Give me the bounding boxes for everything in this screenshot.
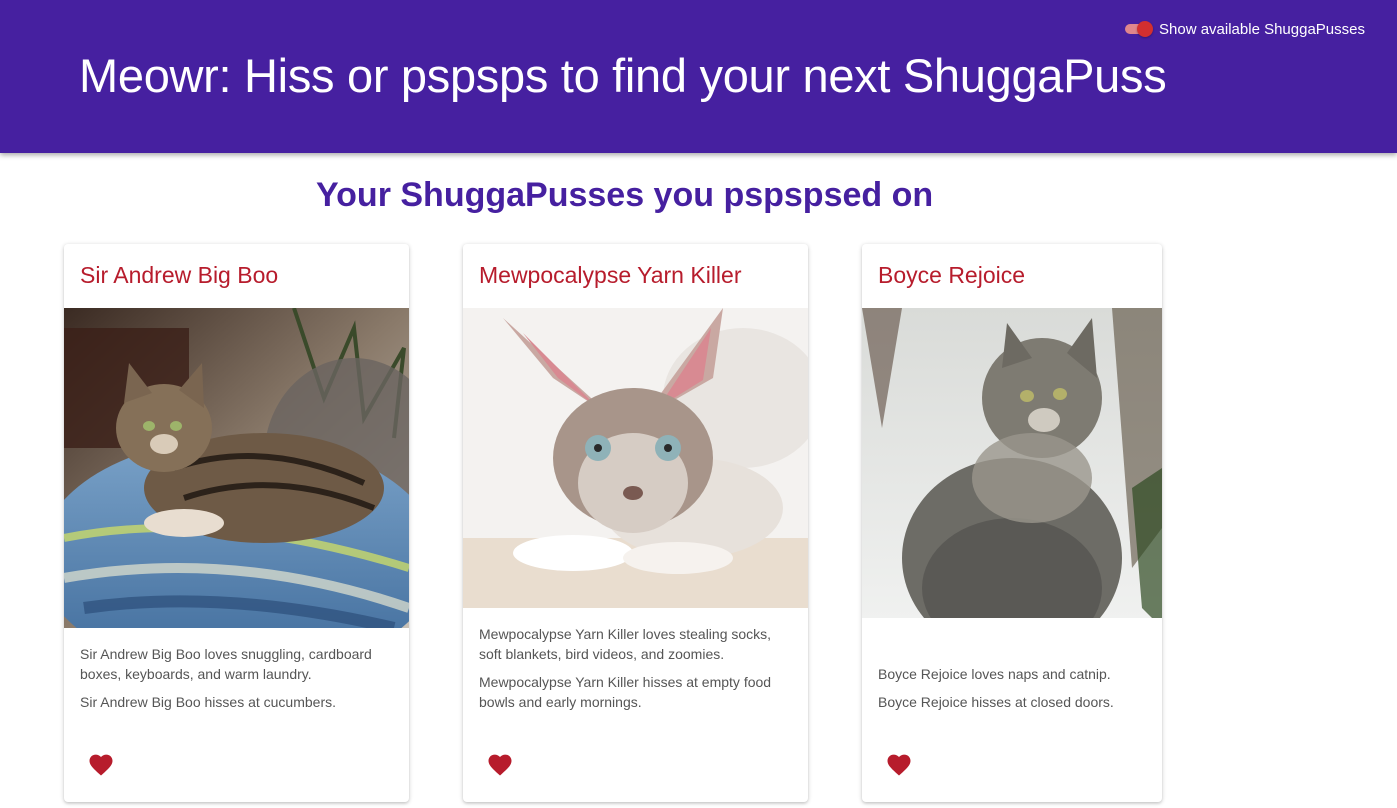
cat-photo: [64, 308, 409, 628]
like-button[interactable]: [86, 750, 116, 780]
like-button[interactable]: [485, 750, 515, 780]
like-button[interactable]: [884, 750, 914, 780]
cat-card: Boyce Rejoice Boyce Rejoice loves naps a…: [862, 244, 1162, 802]
cat-card: Sir Andrew Big Boo Sir Andrew Big Boo lo…: [64, 244, 409, 802]
toggle-thumb[interactable]: [1137, 21, 1154, 37]
cat-photo: [463, 308, 808, 608]
cat-name: Mewpocalypse Yarn Killer: [479, 262, 742, 288]
app-bar: Meowr: Hiss or pspsps to find your next …: [0, 0, 1397, 153]
cat-photo: [862, 308, 1162, 648]
toggle-switch[interactable]: [1125, 21, 1154, 37]
cat-hisses: Mewpocalypse Yarn Killer hisses at empty…: [479, 674, 772, 710]
cat-loves: Boyce Rejoice loves naps and catnip.: [878, 666, 1111, 682]
cat-loves: Sir Andrew Big Boo loves snuggling, card…: [80, 646, 372, 682]
toggle-label: Show available ShuggaPusses: [1159, 20, 1365, 38]
cat-description: Boyce Rejoice loves naps and catnip. Boy…: [878, 664, 1148, 720]
section-heading: Your ShuggaPusses you pspspsed on: [316, 176, 934, 214]
cat-name: Sir Andrew Big Boo: [80, 262, 279, 288]
cat-loves: Mewpocalypse Yarn Killer loves stealing …: [479, 626, 772, 662]
heart-icon[interactable]: [89, 754, 113, 776]
available-toggle[interactable]: Show available ShuggaPusses: [1125, 19, 1365, 39]
heart-icon[interactable]: [887, 754, 911, 776]
cat-hisses: Sir Andrew Big Boo hisses at cucumbers.: [80, 694, 337, 710]
page-title: Meowr: Hiss or pspsps to find your next …: [79, 49, 1167, 102]
cat-name: Boyce Rejoice: [878, 262, 1026, 288]
cat-card: Mewpocalypse Yarn Killer Mewpocalypse Ya…: [463, 244, 808, 802]
heart-icon[interactable]: [488, 754, 512, 776]
cat-hisses: Boyce Rejoice hisses at closed doors.: [878, 694, 1114, 710]
cat-description: Mewpocalypse Yarn Killer loves stealing …: [479, 624, 794, 720]
cat-description: Sir Andrew Big Boo loves snuggling, card…: [80, 644, 395, 720]
